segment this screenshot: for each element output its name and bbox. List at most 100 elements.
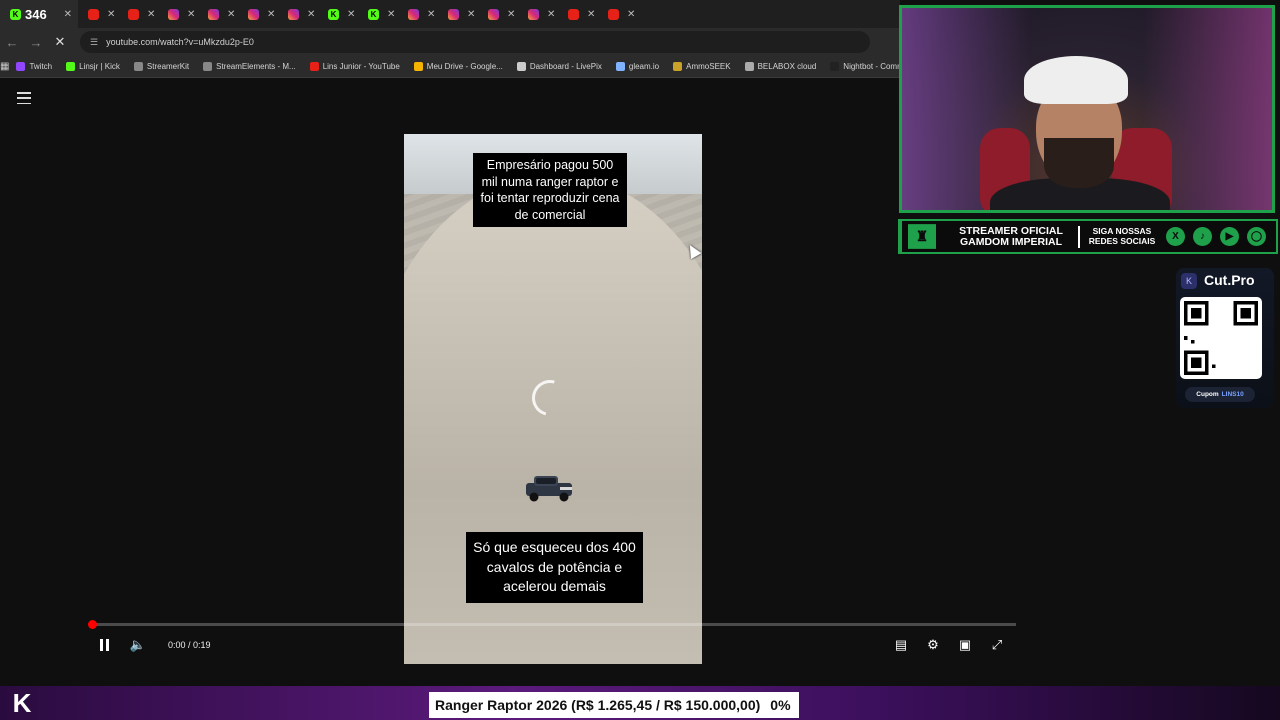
browser-tab[interactable]: Kgal✕ bbox=[318, 0, 358, 28]
fullscreen-icon[interactable]: ⤢ bbox=[988, 636, 1006, 654]
bookmark-item[interactable]: Twitch bbox=[9, 62, 59, 71]
bookmark-label: Nightbot - Comm bbox=[843, 62, 900, 71]
browser-tab[interactable]: (5)✕ bbox=[158, 0, 198, 28]
gamdom-logo-icon: ♜ bbox=[908, 224, 936, 249]
bookmark-favicon-icon bbox=[133, 62, 143, 71]
cutpro-logo-icon: K bbox=[1181, 273, 1197, 289]
donation-goal-text: Ranger Raptor 2026 (R$ 1.265,45 / R$ 150… bbox=[435, 697, 761, 713]
volume-icon[interactable]: 🔈 bbox=[130, 636, 146, 654]
bookmark-item[interactable]: Lins Junior - YouTube bbox=[303, 62, 407, 71]
bookmark-favicon-icon bbox=[830, 62, 840, 71]
subtitles-icon[interactable]: ▤ bbox=[892, 636, 910, 654]
video-player[interactable]: Empresário pagou 500 mil numa ranger rap… bbox=[404, 134, 702, 664]
browser-tab[interactable]: (5)✕ bbox=[438, 0, 478, 28]
bookmark-favicon-icon bbox=[16, 62, 26, 71]
bookmark-label: Meu Drive - Google... bbox=[426, 62, 503, 71]
miniplayer-icon[interactable]: ▣ bbox=[956, 636, 974, 654]
bookmark-item[interactable]: Nightbot - Comm bbox=[823, 62, 900, 71]
browser-tab[interactable]: K 346 ✕ bbox=[0, 0, 78, 28]
bookmark-favicon-icon bbox=[413, 62, 423, 71]
close-tab-icon[interactable]: ✕ bbox=[347, 9, 355, 20]
site-info-icon[interactable]: ☰ bbox=[90, 37, 98, 48]
browser-tab[interactable]: (5)✕ bbox=[398, 0, 438, 28]
close-tab-icon[interactable]: ✕ bbox=[507, 9, 515, 20]
close-tab-icon[interactable]: ✕ bbox=[587, 9, 595, 20]
video-caption-top: Empresário pagou 500 mil numa ranger rap… bbox=[473, 153, 627, 227]
streamer-cap bbox=[1024, 56, 1128, 104]
progress-scrubber[interactable] bbox=[88, 620, 97, 629]
bookmark-item[interactable]: Linsjr | Kick bbox=[59, 62, 127, 71]
instagram-icon: ◯ bbox=[1247, 227, 1266, 246]
bookmark-item[interactable]: StreamElements - M... bbox=[196, 62, 303, 71]
settings-gear-icon[interactable]: ⚙ bbox=[924, 636, 942, 654]
bookmark-item[interactable]: AmmoSEEK bbox=[666, 62, 737, 71]
instagram-favicon-icon bbox=[208, 8, 219, 20]
bookmark-favicon-icon bbox=[66, 62, 76, 71]
kick-favicon-icon: K bbox=[328, 8, 339, 20]
bookmark-item[interactable]: gleam.io bbox=[609, 62, 666, 71]
x-icon: X bbox=[1166, 227, 1185, 246]
close-tab-icon[interactable]: ✕ bbox=[387, 9, 395, 20]
banner-divider bbox=[1078, 225, 1080, 248]
close-tab-icon[interactable]: ✕ bbox=[64, 9, 72, 20]
forward-icon[interactable]: → bbox=[24, 30, 48, 54]
bookmark-item[interactable]: Dashboard - LivePix bbox=[510, 62, 609, 71]
bookmark-label: Lins Junior - YouTube bbox=[322, 62, 400, 71]
bookmark-favicon-icon bbox=[203, 62, 213, 71]
close-tab-icon[interactable]: ✕ bbox=[547, 9, 555, 20]
tiktok-icon: ♪ bbox=[1193, 227, 1212, 246]
browser-toolbar: ← → ✕ ☰ youtube.com/watch?v=uMkzdu2p-E0 bbox=[0, 28, 900, 56]
donation-goal-percent: 0% bbox=[770, 697, 791, 713]
streamer-beard bbox=[1044, 138, 1114, 188]
kick-favicon-icon: K bbox=[10, 8, 21, 20]
browser-tab[interactable]: (5)✕ bbox=[478, 0, 518, 28]
close-tab-icon[interactable]: ✕ bbox=[267, 9, 275, 20]
stop-loading-icon[interactable]: ✕ bbox=[48, 30, 72, 54]
close-tab-icon[interactable]: ✕ bbox=[307, 9, 315, 20]
pause-button[interactable] bbox=[97, 636, 111, 654]
close-tab-icon[interactable]: ✕ bbox=[627, 9, 635, 20]
bookmark-label: StreamElements - M... bbox=[216, 62, 296, 71]
close-tab-icon[interactable]: ✕ bbox=[427, 9, 435, 20]
progress-bar[interactable] bbox=[88, 620, 1016, 629]
close-tab-icon[interactable]: ✕ bbox=[147, 9, 155, 20]
back-icon[interactable]: ← bbox=[0, 30, 24, 54]
bookmarks-bar: ▦ Twitch Linsjr | Kick StreamerKit StreamEl… bbox=[0, 56, 900, 78]
close-tab-icon[interactable]: ✕ bbox=[187, 9, 195, 20]
youtube-favicon-icon bbox=[128, 8, 139, 20]
close-tab-icon[interactable]: ✕ bbox=[107, 9, 115, 20]
webcam-overlay bbox=[899, 5, 1275, 213]
browser-tab[interactable]: (5)✕ bbox=[198, 0, 238, 28]
browser-tab[interactable]: (5)✕ bbox=[278, 0, 318, 28]
cutpro-qr-panel: K Cut.Pro Cupom LINS10 bbox=[1176, 268, 1274, 408]
close-tab-icon[interactable]: ✕ bbox=[227, 9, 235, 20]
donation-goal-ticker: Ranger Raptor 2026 (R$ 1.265,45 / R$ 150… bbox=[429, 692, 799, 718]
close-tab-icon[interactable]: ✕ bbox=[467, 9, 475, 20]
cutpro-title: Cut.Pro bbox=[1204, 272, 1255, 288]
instagram-favicon-icon bbox=[248, 8, 259, 20]
menu-icon[interactable] bbox=[17, 92, 31, 104]
bookmark-favicon-icon bbox=[673, 62, 683, 71]
browser-tab[interactable]: (16✕ bbox=[78, 0, 118, 28]
browser-tab[interactable]: (5)✕ bbox=[518, 0, 558, 28]
browser-tab[interactable]: (16✕ bbox=[118, 0, 158, 28]
coupon-label: Cupom bbox=[1196, 391, 1219, 398]
bookmark-item[interactable]: StreamerKit bbox=[127, 62, 196, 71]
browser-tab[interactable]: (5)✕ bbox=[238, 0, 278, 28]
bookmark-favicon-icon bbox=[516, 62, 526, 71]
bookmark-favicon-icon bbox=[744, 62, 754, 71]
bookmark-item[interactable]: BELABOX cloud bbox=[738, 62, 824, 71]
bookmark-label: Dashboard - LivePix bbox=[529, 62, 602, 71]
kick-logo-icon: K bbox=[12, 687, 32, 718]
coupon-code: LINS10 bbox=[1221, 391, 1244, 398]
address-bar[interactable]: ☰ youtube.com/watch?v=uMkzdu2p-E0 bbox=[80, 31, 870, 53]
browser-tab[interactable]: You✕ bbox=[558, 0, 598, 28]
youtube-icon: ▶ bbox=[1220, 227, 1239, 246]
browser-tab[interactable]: ✕ bbox=[598, 0, 638, 28]
apps-grid-icon[interactable]: ▦ bbox=[0, 61, 9, 72]
kick-favicon-icon: K bbox=[368, 8, 379, 20]
instagram-favicon-icon bbox=[528, 8, 539, 20]
browser-tab-label: 346 bbox=[25, 6, 47, 22]
browser-tab[interactable]: KSH✕ bbox=[358, 0, 398, 28]
bookmark-item[interactable]: Meu Drive - Google... bbox=[407, 62, 510, 71]
